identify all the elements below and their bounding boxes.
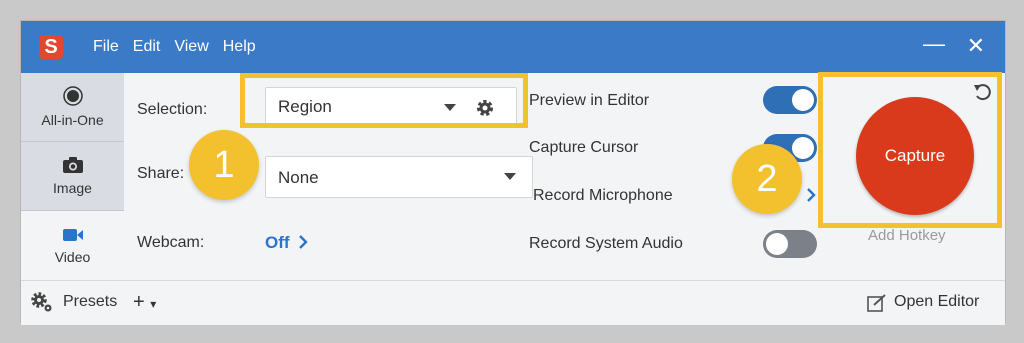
option-label-preview: Preview in Editor: [529, 92, 650, 109]
minimize-button[interactable]: —: [923, 31, 945, 57]
menu-bar: File Edit View Help: [93, 21, 270, 73]
step-badge-1: 1: [189, 130, 259, 200]
menu-view[interactable]: View: [174, 38, 208, 56]
highlight-box-capture: [818, 72, 1002, 228]
menu-file[interactable]: File: [93, 38, 119, 56]
toggle-knob: [766, 233, 788, 255]
video-camera-icon: [62, 228, 83, 241]
preview-in-editor-toggle[interactable]: [763, 86, 817, 114]
share-label: Share:: [137, 165, 185, 182]
add-hotkey-link[interactable]: Add Hotkey: [868, 227, 946, 244]
camera-icon: [62, 157, 83, 173]
step-badge-2: 2: [732, 144, 802, 214]
toggle-knob: [792, 137, 814, 159]
share-value: None: [278, 168, 319, 187]
highlight-box-selection: [240, 73, 528, 128]
record-circle-icon: [62, 86, 83, 106]
add-preset-label: +: [133, 291, 145, 313]
webcam-toggle-link[interactable]: Off: [265, 233, 308, 253]
menu-help[interactable]: Help: [223, 38, 256, 56]
open-editor-button[interactable]: Open Editor: [894, 293, 979, 311]
chevron-right-icon: [299, 235, 308, 249]
capture-mode-sidebar: All-in-One Image Video: [21, 73, 124, 280]
menu-edit[interactable]: Edit: [133, 38, 161, 56]
chevron-down-icon: [504, 173, 516, 180]
chevron-right-icon[interactable]: [806, 187, 816, 203]
tab-all-in-one[interactable]: All-in-One: [21, 73, 124, 142]
title-bar: S File Edit View Help — ✕: [21, 21, 1005, 73]
close-button[interactable]: ✕: [967, 33, 985, 59]
webcam-value: Off: [265, 233, 290, 252]
option-label-cursor: Capture Cursor: [529, 139, 639, 156]
add-preset-button[interactable]: + ▾: [133, 291, 156, 314]
footer-bar: Presets + ▾ Open Editor: [21, 280, 1005, 325]
edit-icon: [867, 294, 886, 312]
tab-image[interactable]: Image: [21, 142, 124, 211]
tab-image-label: Image: [53, 180, 92, 196]
tab-all-in-one-label: All-in-One: [41, 112, 104, 128]
snagit-logo-icon: S: [39, 35, 63, 59]
gear-icon: [31, 292, 52, 312]
record-system-audio-toggle[interactable]: [763, 230, 817, 258]
chevron-down-icon: ▾: [150, 297, 157, 311]
tab-video-label: Video: [54, 248, 91, 265]
webcam-label: Webcam:: [137, 234, 205, 251]
share-dropdown[interactable]: None: [265, 156, 533, 198]
toggle-knob: [792, 89, 814, 111]
tab-video[interactable]: Video: [21, 211, 124, 280]
option-label-system-audio: Record System Audio: [529, 235, 683, 252]
selection-label: Selection:: [137, 101, 208, 118]
option-label-microphone: Record Microphone: [533, 187, 673, 204]
presets-button[interactable]: Presets: [63, 293, 117, 311]
